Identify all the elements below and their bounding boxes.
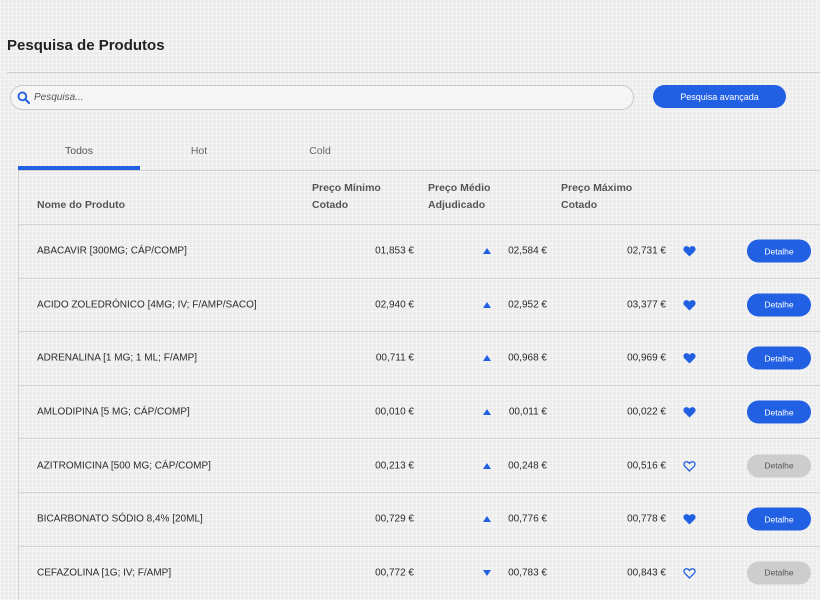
column-header-name: Nome do Produto bbox=[37, 199, 126, 211]
heart-icon[interactable] bbox=[683, 245, 696, 257]
heart-icon[interactable] bbox=[683, 352, 696, 364]
triangle-up-icon bbox=[483, 516, 491, 523]
detail-button[interactable]: Detalhe bbox=[747, 239, 811, 263]
avg-price: 00,968 € bbox=[508, 352, 547, 364]
advanced-search-button[interactable]: Pesquisa avançada bbox=[653, 85, 786, 108]
avg-price: 00,783 € bbox=[508, 567, 547, 579]
product-name: ADRENALINA [1 MG; 1 ML; F/AMP] bbox=[37, 352, 198, 364]
products-table: Nome do Produto Preço Mínimo Cotado Preç… bbox=[18, 171, 820, 600]
min-price: 00,010 € bbox=[375, 406, 414, 418]
min-price: 02,940 € bbox=[375, 299, 414, 311]
min-price: 00,772 € bbox=[375, 567, 414, 579]
table-row: CEFAZOLINA [1G; IV; F/AMP] 00,772 € 00,783… bbox=[19, 545, 820, 600]
avg-price: 02,952 € bbox=[508, 299, 547, 311]
heart-icon[interactable] bbox=[683, 513, 696, 525]
tab-todos[interactable]: Todos bbox=[18, 140, 140, 171]
max-price: 00,778 € bbox=[627, 513, 666, 525]
detail-button[interactable]: Detalhe bbox=[747, 400, 811, 424]
column-header-max-price: Preço Máximo Cotado bbox=[561, 182, 633, 211]
detail-button[interactable]: Detalhe bbox=[747, 346, 811, 370]
tab-hot[interactable]: Hot bbox=[138, 140, 260, 171]
max-price: 03,377 € bbox=[627, 299, 666, 311]
table-row: AMLODIPINA [5 MG; CÁP/COMP] 00,010 € 00,01… bbox=[19, 384, 820, 439]
max-price: 00,843 € bbox=[627, 567, 666, 579]
min-price: 00,729 € bbox=[375, 513, 414, 525]
triangle-up-icon bbox=[483, 409, 491, 416]
table-row: ACIDO ZOLEDRÓNICO [4MG; IV; F/AMP/SACO] 0… bbox=[19, 277, 820, 332]
title-divider bbox=[7, 72, 820, 73]
heart-icon[interactable] bbox=[683, 406, 696, 418]
search-field[interactable] bbox=[10, 85, 634, 110]
min-price: 00,213 € bbox=[375, 460, 414, 472]
triangle-up-icon bbox=[483, 355, 491, 362]
max-price: 02,731 € bbox=[627, 245, 666, 257]
triangle-up-icon bbox=[483, 248, 491, 255]
column-header-min-price: Preço Mínimo Cotado bbox=[312, 182, 381, 211]
avg-price: 00,776 € bbox=[508, 513, 547, 525]
heart-icon[interactable] bbox=[683, 567, 696, 579]
triangle-up-icon bbox=[483, 462, 491, 469]
search-icon bbox=[17, 91, 30, 104]
column-header-avg-price: Preço Médio Adjudicado bbox=[428, 182, 491, 211]
heart-icon[interactable] bbox=[683, 460, 696, 472]
max-price: 00,022 € bbox=[627, 406, 666, 418]
table-row: ABACAVIR [300MG; CÁP/COMP] 01,853 € 02,584… bbox=[19, 224, 820, 278]
page-title: Pesquisa de Produtos bbox=[7, 37, 165, 54]
product-name: BICARBONATO SÓDIO 8,4% [20ML] bbox=[37, 513, 203, 525]
avg-price: 00,011 € bbox=[508, 406, 547, 418]
product-name: AMLODIPINA [5 MG; CÁP/COMP] bbox=[37, 406, 190, 418]
min-price: 00,711 € bbox=[375, 352, 414, 364]
avg-price: 02,584 € bbox=[508, 245, 547, 257]
detail-button[interactable]: Detalhe bbox=[747, 561, 811, 585]
product-name: AZITROMICINA [500 MG; CÁP/COMP] bbox=[37, 460, 211, 472]
product-name: ABACAVIR [300MG; CÁP/COMP] bbox=[37, 245, 187, 257]
detail-button[interactable]: Detalhe bbox=[747, 293, 811, 317]
max-price: 00,516 € bbox=[627, 460, 666, 472]
heart-icon[interactable] bbox=[683, 299, 696, 311]
avg-price: 00,248 € bbox=[508, 460, 547, 472]
detail-button[interactable]: Detalhe bbox=[747, 507, 811, 531]
max-price: 00,969 € bbox=[627, 352, 666, 364]
tab-cold[interactable]: Cold bbox=[259, 140, 381, 171]
table-row: ADRENALINA [1 MG; 1 ML; F/AMP] 00,711 € 00… bbox=[19, 331, 820, 385]
detail-button[interactable]: Detalhe bbox=[747, 454, 811, 478]
tab-bar: Todos Hot Cold bbox=[18, 140, 820, 171]
triangle-down-icon bbox=[483, 569, 491, 576]
product-name: CEFAZOLINA [1G; IV; F/AMP] bbox=[37, 567, 172, 579]
table-row: BICARBONATO SÓDIO 8,4% [20ML] 00,729 € 00,… bbox=[19, 492, 820, 546]
min-price: 01,853 € bbox=[375, 245, 414, 257]
triangle-up-icon bbox=[483, 301, 491, 308]
table-row: AZITROMICINA [500 MG; CÁP/COMP] 00,213 € 0… bbox=[19, 438, 820, 492]
search-input[interactable] bbox=[34, 92, 614, 103]
product-name: ACIDO ZOLEDRÓNICO [4MG; IV; F/AMP/SACO] bbox=[37, 299, 257, 311]
